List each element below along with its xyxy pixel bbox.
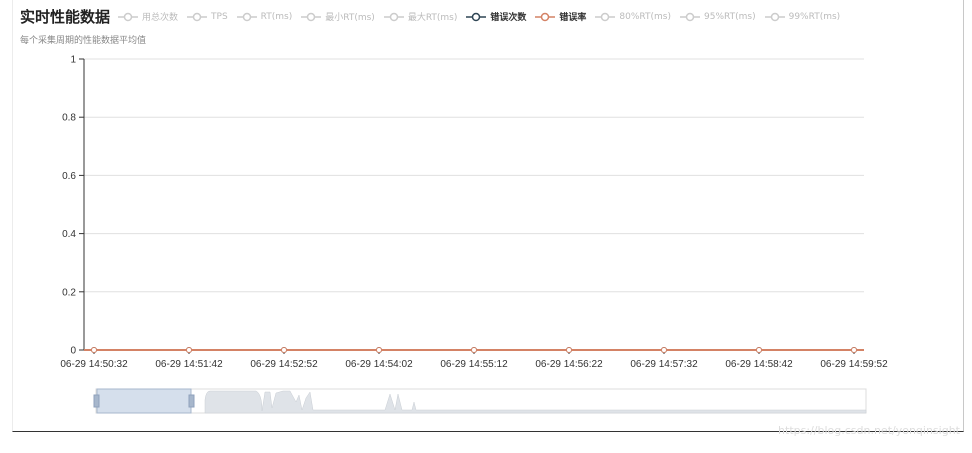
- y-tick-label: 1: [70, 55, 76, 66]
- zoom-handle-right[interactable]: [188, 394, 195, 408]
- x-tick-label: 06-29 14:51:42: [155, 359, 223, 370]
- y-tick-label: 0.4: [62, 229, 76, 240]
- data-point: [281, 347, 287, 353]
- x-tick-label: 06-29 14:58:42: [725, 359, 793, 370]
- y-tick-label: 0.6: [62, 171, 76, 182]
- data-point: [661, 347, 667, 353]
- data-point: [91, 347, 97, 353]
- x-tick-label: 06-29 14:57:32: [630, 359, 698, 370]
- x-tick-label: 06-29 14:52:52: [250, 359, 318, 370]
- y-tick-label: 0.8: [62, 113, 76, 124]
- zoom-handle-left[interactable]: [93, 394, 100, 408]
- x-tick-label: 06-29 14:59:52: [820, 359, 888, 370]
- data-point: [471, 347, 477, 353]
- zoom-slider-window: [96, 388, 192, 414]
- y-tick-label: 0.2: [62, 287, 76, 298]
- data-point: [186, 347, 192, 353]
- x-tick-label: 06-29 14:56:22: [535, 359, 603, 370]
- line-chart: 0 0.2 0.4 0.6 0.8 1 06-29 14:50:32 06-29 14:51:…: [60, 55, 888, 414]
- x-tick-label: 06-29 14:50:32: [60, 359, 128, 370]
- x-tick-label: 06-29 14:55:12: [440, 359, 508, 370]
- data-point: [566, 347, 572, 353]
- watermark: https://blog.csdn.net/yonqinsight: [778, 424, 960, 437]
- data-point: [756, 347, 762, 353]
- data-point: [376, 347, 382, 353]
- y-tick-label: 0: [70, 346, 76, 357]
- data-point: [851, 347, 857, 353]
- x-tick-label: 06-29 14:54:02: [345, 359, 413, 370]
